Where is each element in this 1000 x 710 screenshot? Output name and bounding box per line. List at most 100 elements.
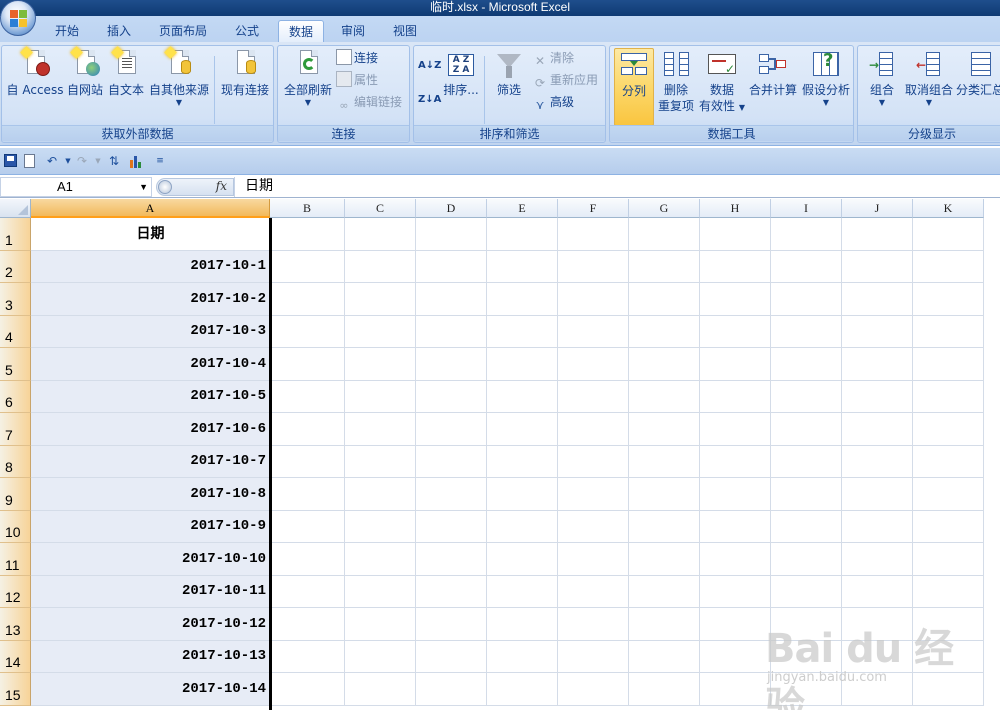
sort-descending-button[interactable]: Z↓A xyxy=(418,94,441,114)
table-cell[interactable] xyxy=(558,543,629,576)
table-cell[interactable] xyxy=(487,380,558,413)
column-header-k[interactable]: K xyxy=(913,199,984,218)
table-cell[interactable] xyxy=(771,348,842,381)
ungroup-button[interactable]: ← 取消组合 ▼ xyxy=(904,48,954,107)
table-cell[interactable]: 2017-10-12 xyxy=(31,608,270,641)
chart-icon[interactable] xyxy=(128,153,144,169)
row-header-7[interactable]: 7 xyxy=(0,413,31,446)
table-cell[interactable] xyxy=(842,283,913,316)
table-cell[interactable] xyxy=(629,575,700,608)
table-cell[interactable] xyxy=(416,218,487,251)
table-cell[interactable] xyxy=(700,348,771,381)
table-cell[interactable] xyxy=(842,380,913,413)
table-cell[interactable] xyxy=(558,250,629,283)
table-cell[interactable] xyxy=(842,348,913,381)
table-cell[interactable] xyxy=(416,348,487,381)
table-cell[interactable] xyxy=(487,283,558,316)
table-cell[interactable] xyxy=(416,543,487,576)
table-cell[interactable]: 2017-10-13 xyxy=(31,640,270,673)
table-cell[interactable] xyxy=(487,348,558,381)
table-cell[interactable] xyxy=(771,543,842,576)
row-header-1[interactable]: 1 xyxy=(0,218,31,251)
table-cell[interactable] xyxy=(487,413,558,446)
table-cell[interactable] xyxy=(842,413,913,446)
table-cell[interactable] xyxy=(629,250,700,283)
table-cell[interactable]: 2017-10-14 xyxy=(31,673,270,706)
reapply-button[interactable]: ⟳ 重新应用 xyxy=(532,70,598,90)
table-cell[interactable] xyxy=(487,445,558,478)
table-cell[interactable] xyxy=(558,510,629,543)
table-cell[interactable] xyxy=(771,608,842,641)
row-header-2[interactable]: 2 xyxy=(0,250,31,283)
table-cell[interactable]: 2017-10-6 xyxy=(31,413,270,446)
table-cell[interactable] xyxy=(487,478,558,511)
formula-input[interactable]: 日期 xyxy=(234,177,1000,197)
table-cell[interactable] xyxy=(558,640,629,673)
table-cell[interactable] xyxy=(913,380,984,413)
column-header-h[interactable]: H xyxy=(700,199,771,218)
table-cell[interactable] xyxy=(270,250,345,283)
table-cell[interactable] xyxy=(345,575,416,608)
undo-icon[interactable]: ↶ xyxy=(44,153,60,169)
table-cell[interactable] xyxy=(771,640,842,673)
column-header-c[interactable]: C xyxy=(345,199,416,218)
properties-button[interactable]: 属性 xyxy=(336,70,378,90)
text-to-columns-button[interactable]: 分列 xyxy=(614,48,654,126)
table-cell[interactable] xyxy=(842,478,913,511)
consolidate-button[interactable]: 合并计算 xyxy=(747,48,799,98)
column-header-j[interactable]: J xyxy=(842,199,913,218)
table-cell[interactable] xyxy=(558,413,629,446)
table-cell[interactable] xyxy=(700,315,771,348)
table-cell[interactable] xyxy=(558,445,629,478)
table-cell[interactable] xyxy=(771,478,842,511)
tab-home[interactable]: 开始 xyxy=(46,20,88,42)
table-cell[interactable] xyxy=(913,445,984,478)
row-header-5[interactable]: 5 xyxy=(0,348,31,381)
table-cell[interactable] xyxy=(700,218,771,251)
table-cell[interactable] xyxy=(913,608,984,641)
table-cell[interactable]: 2017-10-5 xyxy=(31,380,270,413)
table-cell[interactable] xyxy=(345,413,416,446)
table-cell[interactable] xyxy=(842,510,913,543)
from-access-button[interactable]: 自 Access xyxy=(5,46,65,98)
refresh-all-button[interactable]: 全部刷新 ▼ xyxy=(281,48,335,107)
table-cell[interactable] xyxy=(842,673,913,706)
customize-toolbar-icon[interactable]: ≡ xyxy=(152,153,168,169)
insert-function-icon[interactable]: fx xyxy=(216,179,227,193)
table-cell[interactable] xyxy=(558,673,629,706)
connections-button[interactable]: 连接 xyxy=(336,48,378,68)
clear-filter-button[interactable]: ✕ 清除 xyxy=(532,48,574,68)
column-header-b[interactable]: B xyxy=(270,199,345,218)
group-button[interactable]: → 组合 ▼ xyxy=(862,48,902,107)
table-cell[interactable] xyxy=(345,543,416,576)
table-cell[interactable] xyxy=(416,283,487,316)
table-cell[interactable] xyxy=(913,413,984,446)
table-cell[interactable] xyxy=(270,445,345,478)
tab-formulas[interactable]: 公式 xyxy=(226,20,268,42)
table-cell[interactable] xyxy=(629,218,700,251)
table-cell[interactable] xyxy=(416,315,487,348)
save-icon[interactable] xyxy=(3,153,19,169)
office-button[interactable] xyxy=(0,0,36,36)
formula-bar-expand-icon[interactable] xyxy=(158,180,172,194)
table-cell[interactable] xyxy=(270,315,345,348)
table-cell[interactable] xyxy=(629,283,700,316)
table-cell[interactable] xyxy=(416,640,487,673)
row-header-8[interactable]: 8 xyxy=(0,445,31,478)
table-cell[interactable] xyxy=(345,380,416,413)
table-cell[interactable]: 2017-10-8 xyxy=(31,478,270,511)
table-cell[interactable] xyxy=(558,608,629,641)
table-cell[interactable] xyxy=(842,608,913,641)
redo-icon[interactable]: ↷ xyxy=(74,153,90,169)
table-cell[interactable] xyxy=(558,283,629,316)
table-cell[interactable] xyxy=(487,510,558,543)
table-cell[interactable] xyxy=(771,283,842,316)
row-header-9[interactable]: 9 xyxy=(0,478,31,511)
table-cell[interactable] xyxy=(842,445,913,478)
table-cell[interactable] xyxy=(913,348,984,381)
table-cell[interactable] xyxy=(913,510,984,543)
table-cell[interactable] xyxy=(629,543,700,576)
table-cell[interactable] xyxy=(700,445,771,478)
cell-a1-active[interactable]: 日期 xyxy=(31,218,270,251)
table-cell[interactable]: 2017-10-7 xyxy=(31,445,270,478)
